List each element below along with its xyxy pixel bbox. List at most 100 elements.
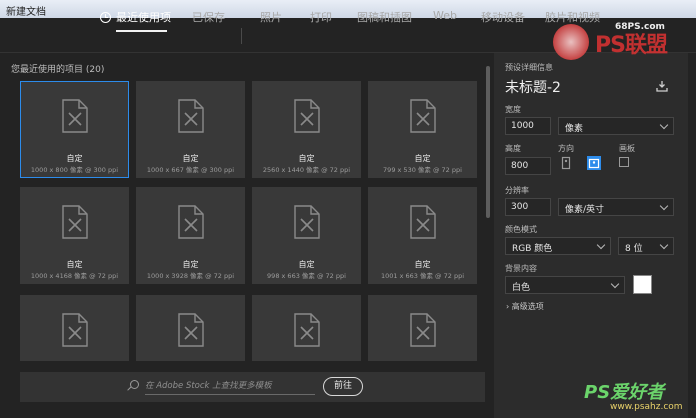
color-mode-select[interactable]: RGB 颜色 [505, 237, 611, 255]
width-unit-select[interactable]: 像素 [558, 117, 674, 135]
document-preset-icon [294, 313, 320, 347]
recent-item-name: 自定 [298, 154, 315, 163]
chevron-down-icon [610, 279, 620, 289]
recent-item-card[interactable] [136, 295, 245, 361]
window-title: 新建文档 [6, 7, 46, 18]
tab-divider [241, 28, 242, 44]
resolution-unit-select[interactable]: 像素/英寸 [558, 198, 674, 216]
logo-emblem [553, 24, 589, 60]
recent-item-card[interactable]: 自定 1000 x 3928 像素 @ 72 ppi [136, 187, 245, 284]
save-preset-icon[interactable] [656, 80, 668, 92]
document-preset-icon [178, 205, 204, 239]
resolution-unit-value: 像素/英寸 [565, 205, 605, 215]
preset-details-panel [494, 53, 688, 418]
document-preset-icon [178, 313, 204, 347]
recent-item-size: 1000 x 4168 像素 @ 72 ppi [30, 272, 119, 280]
tab-saved[interactable]: 已保存 [192, 9, 225, 25]
recent-item-name: 自定 [182, 154, 199, 163]
recent-item-name: 自定 [66, 154, 83, 163]
bit-depth-select[interactable]: 8 位 [618, 237, 674, 255]
recent-title-text: 您最近使用的项目 [11, 65, 84, 75]
document-preset-icon [62, 313, 88, 347]
height-field[interactable]: 800 [505, 157, 551, 175]
recent-item-size: 998 x 663 像素 @ 72 ppi [267, 272, 346, 280]
orientation-label: 方向 [558, 144, 574, 153]
tab-mobile[interactable]: 移动设备 [481, 9, 525, 25]
recent-item-card[interactable] [368, 295, 477, 361]
tab-photo[interactable]: 照片 [260, 9, 282, 25]
document-preset-icon [410, 313, 436, 347]
logo-domain: 68PS.com [615, 22, 665, 32]
recent-item-name: 自定 [298, 260, 315, 269]
recent-item-size: 1001 x 663 像素 @ 72 ppi [380, 272, 465, 280]
recent-item-card[interactable]: 自定 1001 x 663 像素 @ 72 ppi [368, 187, 477, 284]
landscape-orientation-icon[interactable] [587, 156, 601, 170]
ps-lianmeng-logo: PS联盟 68PS.com [553, 18, 696, 76]
recent-item-name: 自定 [414, 260, 431, 269]
document-preset-icon [178, 99, 204, 133]
grid-scrollbar-thumb[interactable] [486, 66, 490, 218]
recent-item-size: 1000 x 800 像素 @ 300 ppi [30, 166, 119, 174]
recent-item-card[interactable] [20, 295, 129, 361]
recent-item-card[interactable] [252, 295, 361, 361]
stock-search-input[interactable] [145, 378, 315, 395]
recent-item-size: 799 x 530 像素 @ 72 ppi [383, 166, 462, 174]
recent-item-name: 自定 [66, 260, 83, 269]
width-unit-value: 像素 [565, 124, 584, 134]
document-name[interactable]: 未标题-2 [505, 77, 561, 97]
tab-web[interactable]: Web [433, 9, 457, 22]
tab-print[interactable]: 打印 [310, 9, 332, 25]
bit-depth-value: 8 位 [625, 244, 643, 254]
go-button[interactable]: 前往 [323, 377, 363, 396]
width-field[interactable]: 1000 [505, 117, 551, 135]
color-mode-label: 颜色模式 [505, 225, 537, 234]
portrait-orientation-icon[interactable] [559, 156, 573, 170]
document-preset-icon [294, 99, 320, 133]
recent-count: (20) [85, 65, 105, 75]
clock-icon [100, 12, 111, 23]
background-color-swatch[interactable] [633, 275, 652, 294]
advanced-options-toggle[interactable]: › 高级选项 [506, 301, 544, 312]
recent-item-card[interactable]: 自定 1000 x 4168 像素 @ 72 ppi [20, 187, 129, 284]
document-preset-icon [294, 205, 320, 239]
new-document-dialog: 新建文档 最近使用项 已保存 照片 打印 图稿和插图 Web 移动设备 胶片和视… [0, 0, 696, 418]
chevron-down-icon [596, 240, 606, 250]
chevron-down-icon [659, 201, 669, 211]
document-preset-icon [410, 99, 436, 133]
active-tab-indicator [116, 30, 167, 32]
color-mode-value: RGB 颜色 [512, 244, 553, 254]
recent-item-size: 1000 x 3928 像素 @ 72 ppi [146, 272, 235, 280]
document-preset-icon [410, 205, 436, 239]
preset-section-label: 预设详细信息 [505, 63, 553, 72]
psahz-watermark: PS爱好者 www.psahz.com [584, 378, 696, 418]
chevron-right-icon: › [506, 302, 510, 311]
recent-item-card[interactable]: 自定 799 x 530 像素 @ 72 ppi [368, 81, 477, 178]
chevron-down-icon [659, 120, 669, 130]
resolution-field[interactable]: 300 [505, 198, 551, 216]
tab-recent[interactable]: 最近使用项 [100, 9, 171, 25]
tab-label: 最近使用项 [116, 11, 171, 24]
tab-art-illustration[interactable]: 图稿和插图 [357, 9, 412, 25]
recent-item-card[interactable]: 自定 2560 x 1440 像素 @ 72 ppi [252, 81, 361, 178]
chevron-down-icon [659, 240, 669, 250]
recent-item-size: 2560 x 1440 像素 @ 72 ppi [262, 166, 351, 174]
advanced-options-label: 高级选项 [511, 302, 544, 311]
artboard-label: 画板 [619, 144, 635, 153]
document-preset-icon [62, 205, 88, 239]
watermark-domain: www.psahz.com [610, 402, 683, 412]
recent-item-name: 自定 [414, 154, 431, 163]
watermark-text: PS爱好者 [584, 382, 665, 403]
recent-item-card[interactable]: 自定 1000 x 667 像素 @ 300 ppi [136, 81, 245, 178]
resolution-label: 分辨率 [505, 186, 529, 195]
background-select[interactable]: 白色 [505, 276, 625, 294]
width-label: 宽度 [505, 105, 521, 114]
recent-section-title: 您最近使用的项目 (20) [11, 62, 104, 75]
recent-item-card[interactable]: 自定 998 x 663 像素 @ 72 ppi [252, 187, 361, 284]
background-label: 背景内容 [505, 264, 537, 273]
height-label: 高度 [505, 144, 521, 153]
recent-items-grid: 自定 1000 x 800 像素 @ 300 ppi 自定 1000 x 667 像素… [20, 81, 480, 361]
background-value: 白色 [512, 283, 531, 293]
recent-item-card[interactable]: 自定 1000 x 800 像素 @ 300 ppi [20, 81, 129, 178]
artboard-checkbox[interactable] [619, 157, 629, 167]
recent-item-name: 自定 [182, 260, 199, 269]
